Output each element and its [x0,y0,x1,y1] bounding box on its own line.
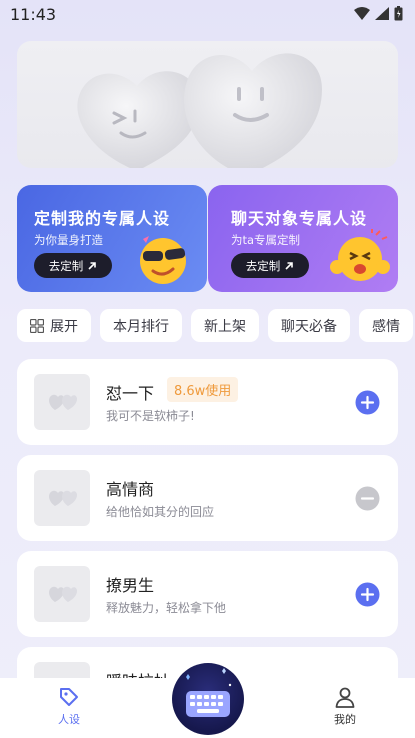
signal-icon [375,7,389,20]
heart-mascot-icon [49,490,77,506]
cool-emoji-icon [140,236,186,284]
chat-partner-persona-card[interactable]: 聊天对象专属人设 为ta专属定制 去定制 [208,185,398,292]
chip-label: 聊天必备 [281,318,337,335]
list-item[interactable]: 怼一下 8.6w使用 我可不是软柿子! [17,359,398,445]
nav-label: 人设 [58,713,80,726]
item-title: 撩男生 [106,576,155,595]
item-description: 我可不是软柿子! [106,409,195,423]
arrow-up-right-icon [285,261,294,270]
chip-new-arrivals[interactable]: 新上架 [191,309,259,342]
heart-mascot-icon [49,394,77,410]
chip-expand[interactable]: 展开 [17,309,91,342]
customize-button-label: 去定制 [245,258,281,273]
add-icon[interactable] [355,582,380,607]
list-item[interactable]: 高情商 给他恰如其分的回应 [17,455,398,541]
battery-icon [394,6,403,21]
usage-badge: 8.6w使用 [167,377,239,402]
wifi-icon [354,7,370,20]
tag-icon [60,688,78,706]
nav-label: 我的 [334,713,356,726]
chip-label: 感情 [372,318,400,335]
persona-thumbnail [34,566,90,622]
card-subtitle: 为ta专属定制 [231,233,301,247]
status-bar: 11:43 [0,0,415,30]
customize-button[interactable]: 去定制 [231,253,309,278]
add-icon[interactable] [355,390,380,415]
list-item[interactable]: 撩男生 释放魅力，轻松拿下他 [17,551,398,637]
heart-mascot-icon [49,586,77,602]
customize-button-label: 去定制 [48,258,84,273]
item-title: 高情商 [106,480,155,499]
status-time: 11:43 [10,5,57,24]
card-title: 聊天对象专属人设 [231,209,368,228]
chip-label: 本月排行 [113,318,169,335]
chip-label: 新上架 [204,318,246,335]
chip-label: 展开 [50,318,78,335]
excited-emoji-icon [330,229,390,281]
nav-tab-persona[interactable]: 人设 [39,686,99,727]
chip-monthly-ranking[interactable]: 本月排行 [100,309,182,342]
keyboard-icon [186,668,232,717]
item-description: 释放魅力，轻松拿下他 [106,601,227,615]
user-icon [335,687,355,708]
category-chips: 展开 本月排行 新上架 聊天必备 感情 [17,309,415,343]
chip-emotion[interactable]: 感情 [359,309,413,342]
card-subtitle: 为你量身打造 [34,233,103,247]
item-description: 给他恰如其分的回应 [106,505,215,519]
status-icons [354,6,403,21]
grid-icon [30,318,44,333]
keyboard-button[interactable] [172,663,244,735]
remove-icon[interactable] [355,486,380,511]
customize-button[interactable]: 去定制 [34,253,112,278]
card-title: 定制我的专属人设 [34,209,171,228]
hero-heart-mascots-image [77,53,322,168]
nav-tab-mine[interactable]: 我的 [315,686,375,727]
persona-thumbnail [34,470,90,526]
chip-chat-essentials[interactable]: 聊天必备 [268,309,350,342]
item-title: 怼一下 [106,384,155,403]
arrow-up-right-icon [88,261,97,270]
persona-thumbnail [34,374,90,430]
custom-my-persona-card[interactable]: 定制我的专属人设 为你量身打造 去定制 [17,185,207,292]
hero-banner[interactable] [17,41,398,168]
